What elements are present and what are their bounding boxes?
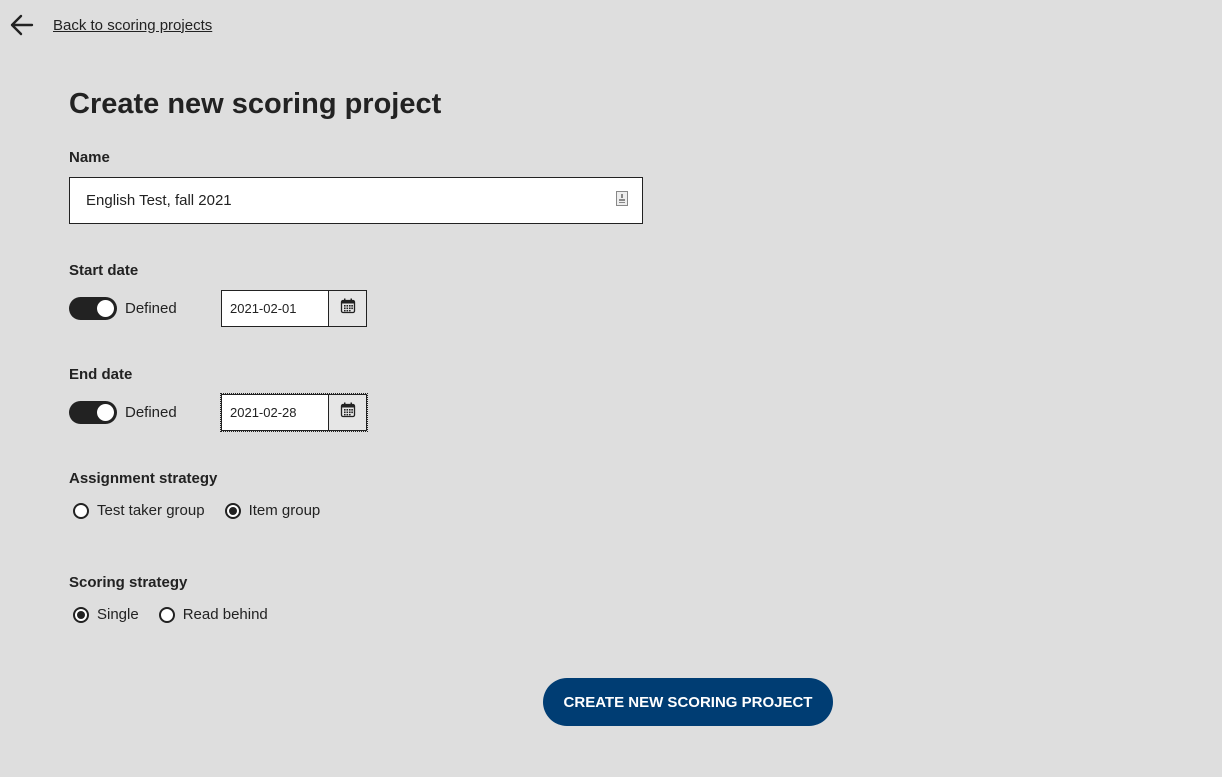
page-title: Create new scoring project bbox=[69, 88, 442, 120]
radio-button[interactable] bbox=[158, 606, 175, 623]
radio-single[interactable]: Single bbox=[73, 606, 139, 623]
start-date-picker bbox=[221, 290, 367, 327]
create-scoring-project-button[interactable]: CREATE NEW SCORING PROJECT bbox=[543, 678, 833, 726]
keyboard-suggestion-icon[interactable] bbox=[616, 190, 628, 211]
end-date-calendar-button[interactable] bbox=[328, 395, 366, 430]
radio-label: Item group bbox=[248, 502, 321, 519]
assignment-strategy-group: Test taker group Item group bbox=[73, 502, 340, 519]
end-date-row: Defined bbox=[69, 393, 368, 432]
toggle-knob bbox=[97, 300, 114, 317]
back-nav: Back to scoring projects bbox=[8, 12, 212, 38]
radio-button[interactable] bbox=[73, 502, 89, 519]
end-date-toggle[interactable] bbox=[69, 401, 117, 424]
calendar-icon bbox=[340, 402, 356, 423]
back-to-scoring-projects-link[interactable]: Back to scoring projects bbox=[53, 17, 212, 34]
start-date-calendar-button[interactable] bbox=[328, 291, 366, 326]
radio-button[interactable] bbox=[73, 606, 89, 623]
arrow-left-icon[interactable] bbox=[8, 12, 34, 38]
name-label: Name bbox=[69, 149, 110, 166]
start-date-row: Defined bbox=[69, 290, 367, 327]
toggle-knob bbox=[97, 404, 114, 421]
end-date-picker bbox=[220, 393, 368, 432]
scoring-strategy-label: Scoring strategy bbox=[69, 574, 188, 591]
radio-button[interactable] bbox=[224, 502, 241, 519]
start-date-toggle[interactable] bbox=[69, 297, 117, 320]
radio-read-behind[interactable]: Read behind bbox=[158, 606, 268, 623]
radio-item-group[interactable]: Item group bbox=[224, 502, 321, 519]
start-date-toggle-label: Defined bbox=[125, 300, 177, 317]
start-date-input[interactable] bbox=[222, 291, 328, 326]
name-field-container bbox=[69, 177, 643, 224]
calendar-icon bbox=[340, 298, 356, 319]
radio-label: Read behind bbox=[182, 606, 268, 623]
radio-label: Test taker group bbox=[97, 502, 205, 519]
end-date-label: End date bbox=[69, 366, 133, 383]
scoring-strategy-group: Single Read behind bbox=[73, 606, 288, 623]
radio-test-taker-group[interactable]: Test taker group bbox=[73, 502, 205, 519]
radio-label: Single bbox=[97, 606, 139, 623]
end-date-input[interactable] bbox=[222, 395, 328, 430]
start-date-label: Start date bbox=[69, 262, 139, 279]
name-input[interactable] bbox=[70, 191, 616, 210]
end-date-toggle-label: Defined bbox=[125, 404, 177, 421]
assignment-strategy-label: Assignment strategy bbox=[69, 470, 218, 487]
